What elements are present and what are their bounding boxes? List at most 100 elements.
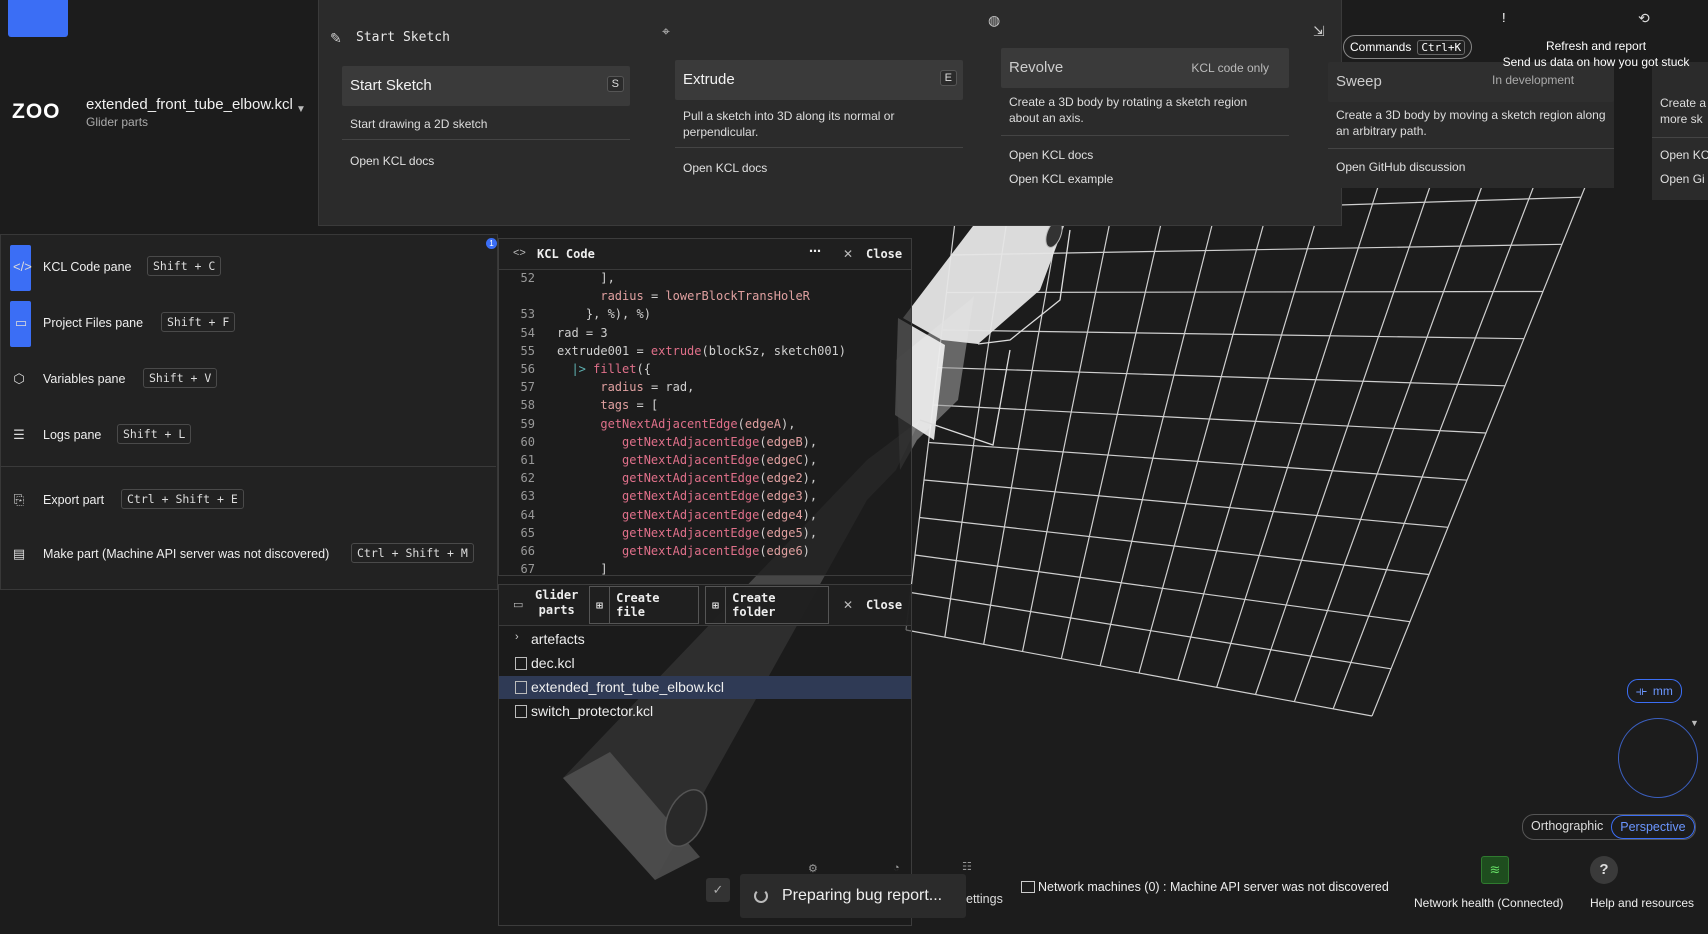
line-number: 64 <box>520 507 535 522</box>
close-icon[interactable]: ✕ <box>843 598 853 612</box>
network-machines-status[interactable]: Network machines (0) : Machine API serve… <box>1038 880 1389 894</box>
kcl-code-pane: <> KCL Code ⋯ ✕ Close 52 ], radius = low… <box>498 238 912 576</box>
refresh-report-icon[interactable]: ⟲ <box>1638 10 1650 27</box>
line-number: 63 <box>520 489 535 504</box>
revolve-icon[interactable]: ◍ <box>988 12 1000 29</box>
make-part-item[interactable]: ▤ Make part (Machine API server was not … <box>1 532 497 578</box>
line-code: tags = [ <box>600 398 659 413</box>
shortcut-badge: Ctrl + Shift + M <box>351 543 474 563</box>
shortcut-badge: Shift + C <box>147 256 222 276</box>
pane-menu: </> KCL Code pane Shift + C ▭ Project Fi… <box>0 234 498 590</box>
open-kcl-docs-link[interactable]: Open KCL docs <box>1009 148 1093 162</box>
grid-line <box>905 629 1373 717</box>
pane-title-line: parts <box>538 603 575 617</box>
pane-item-logs[interactable]: ☰ Logs pane Shift + L <box>1 413 497 459</box>
help-icon[interactable]: ? <box>1590 856 1618 884</box>
open-kcl-example-link[interactable]: Open KCL example <box>1009 172 1113 186</box>
export-part-item[interactable]: ⎘ Export part Ctrl + Shift + E <box>1 478 497 524</box>
line-number: 61 <box>520 453 535 467</box>
card-header[interactable]: Start Sketch S <box>342 66 630 106</box>
units-button[interactable]: ⟛ mm <box>1627 679 1682 703</box>
help-label[interactable]: Help and resources <box>1590 896 1694 910</box>
pane-title: Glider parts <box>535 588 578 618</box>
projection-toggle[interactable]: Orthographic Perspective <box>1522 814 1696 840</box>
line-code: extrude001 = extrude(blockSz, sketch001) <box>557 343 846 358</box>
grid-line <box>1177 162 1334 681</box>
card-title: Sweep <box>1336 73 1382 90</box>
pane-item-label: Project Files pane <box>43 316 144 330</box>
check-icon[interactable]: ✓ <box>706 878 730 902</box>
close-icon[interactable]: ✕ <box>843 247 853 261</box>
kcl-file-icon <box>515 657 527 670</box>
sweep-card: Sweep In development Create a 3D body by… <box>1328 62 1614 188</box>
pane-item-project-files[interactable]: ▭ Project Files pane Shift + F <box>1 301 497 347</box>
folder-row[interactable]: › artefacts <box>499 628 911 651</box>
orthographic-option[interactable]: Orthographic <box>1523 815 1611 839</box>
button-label: Create file <box>616 591 660 619</box>
new-folder-icon: ⊞ <box>706 587 727 623</box>
line-code: getNextAdjacentEdge(edgeC), <box>622 453 818 467</box>
line-code: getNextAdjacentEdge(edgeB), <box>622 434 818 449</box>
file-row[interactable]: switch_protector.kcl <box>499 700 911 723</box>
sliders-icon[interactable]: ☷ <box>962 860 972 873</box>
line-code: ] <box>557 562 608 575</box>
extrude-card: Extrude E Pull a sketch into 3D along it… <box>675 60 963 190</box>
card-description: Start drawing a 2D sketch <box>350 117 488 131</box>
line-code: getNextAdjacentEdge(edge2), <box>622 471 818 486</box>
settings-link[interactable]: ettings <box>966 892 1003 906</box>
status-badge: In development <box>1492 73 1575 87</box>
pane-item-label: Variables pane <box>43 372 126 386</box>
card-header[interactable]: Extrude E <box>675 60 963 100</box>
bug-report-toast: Preparing bug report... <box>740 874 966 918</box>
commands-shortcut: Ctrl+K <box>1417 39 1466 55</box>
pane-item-kcl-code[interactable]: </> KCL Code pane Shift + C <box>1 245 497 291</box>
tooltip-body: Send us data on how you got stuck <box>1502 55 1690 69</box>
extrude-icon[interactable]: ⌖ <box>662 23 670 40</box>
open-kcl-docs-link[interactable]: Open KCL docs <box>350 154 434 168</box>
pencil-icon[interactable]: ✎ <box>330 30 342 47</box>
pane-item-variables[interactable]: ⬡ Variables pane Shift + V <box>1 357 497 403</box>
sweep-icon[interactable]: ⇲ <box>1313 23 1325 40</box>
open-kcl-docs-link[interactable]: Open KC <box>1660 148 1708 162</box>
zoo-logo: ZOO <box>12 100 61 123</box>
file-row[interactable]: dec.kcl <box>499 652 911 675</box>
grid-line <box>1216 159 1388 688</box>
create-folder-button[interactable]: ⊞ Create folder <box>705 586 829 624</box>
close-button[interactable]: Close <box>866 598 902 612</box>
wifi-icon[interactable]: ≋ <box>1481 856 1509 884</box>
commands-button[interactable]: Commands Ctrl+K <box>1343 35 1473 59</box>
start-sketch-toolbar-label[interactable]: Start Sketch <box>356 30 450 45</box>
open-github-discussion-link[interactable]: Open GitHub discussion <box>1336 160 1465 174</box>
app-menu-button[interactable] <box>8 0 68 37</box>
card-divider <box>1328 148 1614 149</box>
open-kcl-docs-link[interactable]: Open KCL docs <box>683 161 767 175</box>
network-health-label[interactable]: Network health (Connected) <box>1414 896 1563 910</box>
list-icon: ☰ <box>13 427 25 442</box>
pane-menu-button[interactable]: ⋯ <box>809 244 821 258</box>
create-file-button[interactable]: ⊞ Create file <box>589 586 699 624</box>
perspective-option[interactable]: Perspective <box>1611 815 1695 839</box>
chevron-down-icon[interactable]: ▼ <box>1690 718 1699 728</box>
timer-icon[interactable]: ◔ <box>893 862 900 874</box>
close-button[interactable]: Close <box>866 247 902 261</box>
view-gizmo[interactable] <box>1618 718 1698 798</box>
printer-icon <box>1021 881 1035 893</box>
shortcut-badge: Shift + F <box>161 312 236 332</box>
card-divider <box>1001 135 1289 136</box>
file-row-selected[interactable]: extended_front_tube_elbow.kcl <box>499 676 911 699</box>
alert-icon[interactable]: ! <box>1502 10 1506 25</box>
chevron-down-icon[interactable]: ▼ <box>296 104 306 115</box>
line-number: 52 <box>520 271 535 285</box>
unit-label: mm <box>1652 684 1673 698</box>
file-name[interactable]: extended_front_tube_elbow.kcl <box>86 96 293 113</box>
variable-icon: ⬡ <box>13 371 25 386</box>
ruler-icon: ⟛ <box>1636 683 1647 698</box>
shortcut-badge: Ctrl + Shift + E <box>121 489 244 509</box>
open-github-link[interactable]: Open Gi <box>1660 172 1705 186</box>
line-number: 55 <box>520 343 535 358</box>
card-header[interactable]: Revolve KCL code only <box>1001 48 1289 88</box>
line-number: 60 <box>520 434 535 449</box>
line-number: 65 <box>520 525 535 540</box>
button-label: Create folder <box>732 591 776 619</box>
code-editor[interactable]: 52 ], radius = lowerBlockTransHoleR 53 },… <box>499 271 911 575</box>
